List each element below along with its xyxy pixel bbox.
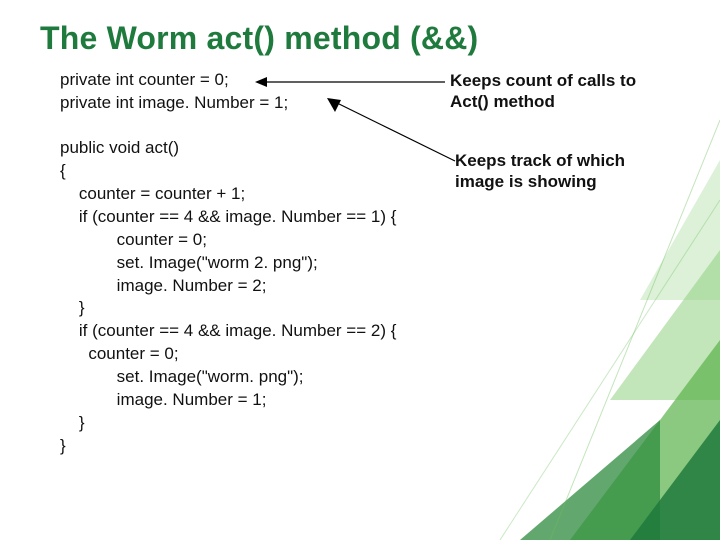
slide-title: The Worm act() method (&&) — [40, 20, 690, 57]
code-body: counter = counter + 1; if (counter == 4 … — [60, 183, 690, 458]
annotation-imagetrack: Keeps track of which image is showing — [455, 150, 675, 193]
annotation-callcount: Keeps count of calls to Act() method — [450, 70, 670, 113]
